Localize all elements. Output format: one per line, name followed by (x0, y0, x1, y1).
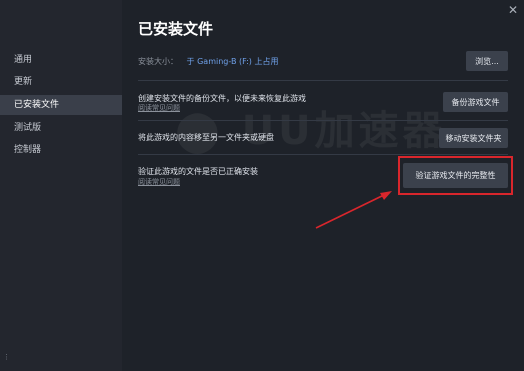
verify-faq-link[interactable]: 阅读常见问题 (138, 177, 180, 187)
install-size-label: 安装大小： (138, 57, 178, 66)
close-icon[interactable]: ✕ (508, 4, 518, 16)
sidebar-item-controller[interactable]: 控制器 (0, 140, 122, 160)
sidebar-item-betas[interactable]: 测试版 (0, 118, 122, 138)
sidebar: 通用 更新 已安装文件 测试版 控制器 ⋮ (0, 0, 122, 371)
move-description: 将此游戏的内容移至另一文件夹或硬盘 (138, 133, 274, 142)
more-icon: ⋮ (3, 353, 10, 361)
install-size-row: 安装大小： 于 Gaming-B (F:) 上占用 (138, 56, 278, 67)
verify-description: 验证此游戏的文件是否已正确安装 (138, 167, 258, 176)
verify-integrity-button[interactable]: 验证游戏文件的完整性 (403, 163, 508, 188)
backup-game-files-button[interactable]: 备份游戏文件 (443, 92, 508, 112)
browse-button[interactable]: 浏览... (466, 51, 508, 71)
divider (138, 154, 508, 155)
move-install-folder-button[interactable]: 移动安装文件夹 (439, 128, 508, 148)
divider (138, 80, 508, 81)
sidebar-item-general[interactable]: 通用 (0, 50, 122, 70)
install-drive: 于 Gaming-B (F:) 上占用 (186, 57, 279, 66)
page-title: 已安装文件 (138, 20, 214, 38)
divider (138, 120, 508, 121)
sidebar-item-updates[interactable]: 更新 (0, 72, 122, 92)
backup-faq-link[interactable]: 阅读常见问题 (138, 103, 180, 113)
sidebar-item-installed-files[interactable]: 已安装文件 (0, 95, 122, 115)
